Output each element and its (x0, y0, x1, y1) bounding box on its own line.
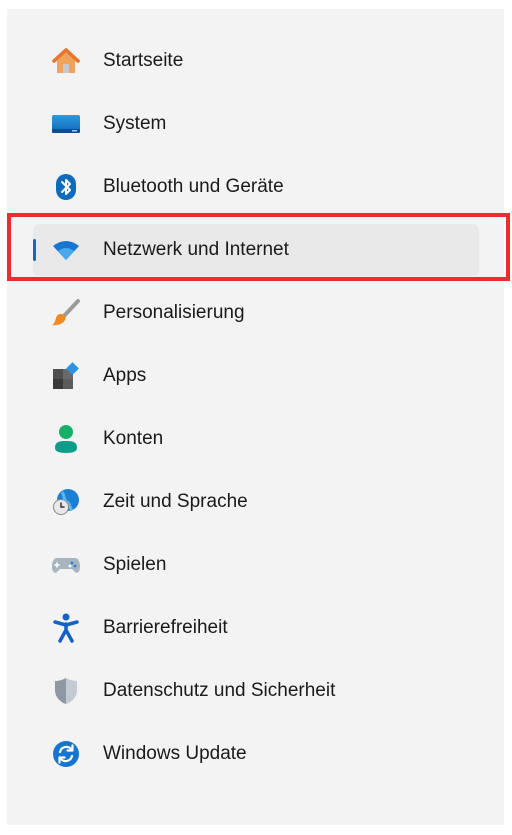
shield-icon (51, 676, 81, 706)
nav-item-label: Netzwerk und Internet (103, 239, 289, 260)
nav-item-label: Konten (103, 428, 164, 449)
selection-indicator (33, 239, 36, 261)
nav-item-label: System (103, 113, 167, 134)
globe-clock-icon (51, 487, 81, 517)
nav-item-startseite[interactable]: Startseite (33, 35, 479, 87)
nav-item-label: Barrierefreiheit (103, 617, 228, 638)
update-icon (51, 739, 81, 769)
nav-item-label: Windows Update (103, 743, 247, 764)
nav-item-label: Bluetooth und Geräte (103, 176, 284, 197)
accessibility-icon (51, 613, 81, 643)
nav-item-label: Spielen (103, 554, 167, 575)
nav-item-zeit-und-sprache[interactable]: Zeit und Sprache (33, 476, 479, 528)
nav-item-label: Startseite (103, 50, 184, 71)
brush-icon (51, 298, 81, 328)
nav-item-personalisierung[interactable]: Personalisierung (33, 287, 479, 339)
nav-item-label: Personalisierung (103, 302, 245, 323)
nav-item-windows-update[interactable]: Windows Update (33, 728, 479, 780)
gamepad-icon (51, 550, 81, 580)
bluetooth-icon (51, 172, 81, 202)
nav-item-barrierefreiheit[interactable]: Barrierefreiheit (33, 602, 479, 654)
nav-item-datenschutz-und-sicherheit[interactable]: Datenschutz und Sicherheit (33, 665, 479, 717)
person-icon (51, 424, 81, 454)
nav-item-netzwerk-und-internet[interactable]: Netzwerk und Internet (33, 224, 479, 276)
nav-item-konten[interactable]: Konten (33, 413, 479, 465)
home-icon (51, 46, 81, 76)
apps-icon (51, 361, 81, 391)
nav-item-spielen[interactable]: Spielen (33, 539, 479, 591)
nav-item-label: Zeit und Sprache (103, 491, 248, 512)
nav-item-label: Datenschutz und Sicherheit (103, 680, 336, 701)
settings-navigation-panel: Startseite System Bluetooth und Geräte N… (7, 9, 504, 825)
wifi-icon (51, 235, 81, 265)
monitor-icon (51, 109, 81, 139)
nav-item-apps[interactable]: Apps (33, 350, 479, 402)
nav-item-label: Apps (103, 365, 147, 386)
nav-item-system[interactable]: System (33, 98, 479, 150)
nav-item-bluetooth-und-geraete[interactable]: Bluetooth und Geräte (33, 161, 479, 213)
